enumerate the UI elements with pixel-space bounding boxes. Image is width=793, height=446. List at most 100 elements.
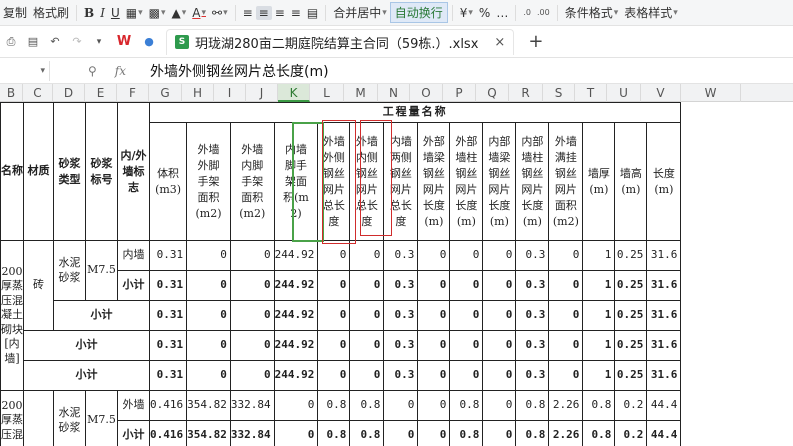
value-cell[interactable]: 0 bbox=[349, 330, 385, 361]
value-cell[interactable]: 2.26 bbox=[548, 390, 584, 421]
value-cell[interactable]: 0 bbox=[548, 360, 584, 391]
value-cell[interactable]: 0 bbox=[482, 240, 517, 271]
justify-icon[interactable]: ≡ bbox=[288, 6, 304, 20]
value-cell[interactable]: 0.3 bbox=[383, 300, 419, 331]
value-cell[interactable]: 1 bbox=[582, 360, 616, 391]
value-cell[interactable]: 2.26 bbox=[548, 420, 584, 446]
value-cell[interactable]: 0.25 bbox=[614, 240, 648, 271]
column-header-h[interactable]: H bbox=[182, 84, 214, 102]
value-cell[interactable]: 244.92 bbox=[273, 240, 319, 271]
currency-icon[interactable]: ¥ ▾ bbox=[457, 6, 476, 20]
border-icon[interactable]: ▦ ▾ bbox=[123, 6, 146, 20]
value-cell[interactable]: 0 bbox=[273, 390, 319, 421]
underline-button[interactable]: U bbox=[108, 6, 123, 20]
table-style-button[interactable]: 表格样式 ▾ bbox=[621, 4, 681, 21]
column-header-t[interactable]: T bbox=[575, 84, 607, 102]
value-cell[interactable]: 0.3 bbox=[515, 270, 550, 301]
column-header-w[interactable]: W bbox=[681, 84, 741, 102]
align-center-icon[interactable]: ≡ bbox=[255, 5, 272, 20]
value-cell[interactable]: 354.82 bbox=[186, 390, 231, 421]
new-tab-icon[interactable]: + bbox=[528, 31, 543, 52]
value-cell[interactable]: 0 bbox=[482, 360, 517, 391]
clear-format-icon[interactable]: ⚯ ▾ bbox=[209, 6, 231, 20]
value-cell[interactable]: 0 bbox=[417, 330, 451, 361]
value-cell[interactable]: 0.8 bbox=[515, 390, 550, 421]
decrease-decimal-icon[interactable]: .00 bbox=[534, 8, 553, 17]
column-header-i[interactable]: I bbox=[214, 84, 246, 102]
value-cell[interactable]: 0.8 bbox=[515, 420, 550, 446]
value-cell[interactable]: 31.6 bbox=[646, 270, 682, 301]
value-cell[interactable]: 332.84 bbox=[229, 390, 275, 421]
thousands-icon[interactable]: … bbox=[493, 6, 511, 20]
value-cell[interactable]: 332.84 bbox=[229, 420, 275, 446]
preview-icon[interactable]: ▤ bbox=[26, 35, 40, 49]
fx-icon[interactable]: fx bbox=[115, 64, 126, 78]
value-cell[interactable]: 0 bbox=[229, 330, 275, 361]
column-header-g[interactable]: G bbox=[149, 84, 182, 102]
value-cell[interactable]: 44.4 bbox=[646, 420, 682, 446]
value-cell[interactable]: 0 bbox=[548, 300, 584, 331]
value-cell[interactable]: 0 bbox=[186, 330, 231, 361]
value-cell[interactable]: 0.8 bbox=[582, 420, 616, 446]
column-header-j[interactable]: J bbox=[246, 84, 278, 102]
column-header-f[interactable]: F bbox=[117, 84, 149, 102]
column-header-u[interactable]: U bbox=[607, 84, 641, 102]
column-header-k[interactable]: K bbox=[278, 84, 310, 102]
value-cell[interactable]: 1 bbox=[582, 300, 616, 331]
value-cell[interactable]: 0 bbox=[186, 270, 231, 301]
name-box-dropdown[interactable]: ▾ bbox=[0, 60, 50, 81]
value-cell[interactable]: 0.2 bbox=[614, 420, 648, 446]
column-header-c[interactable]: C bbox=[23, 84, 53, 102]
value-cell[interactable]: 1 bbox=[582, 270, 616, 301]
value-cell[interactable]: 0 bbox=[349, 270, 385, 301]
value-cell[interactable]: 0 bbox=[317, 270, 351, 301]
column-header-p[interactable]: P bbox=[443, 84, 476, 102]
value-cell[interactable]: 0 bbox=[349, 240, 385, 271]
column-header-s[interactable]: S bbox=[543, 84, 575, 102]
value-cell[interactable]: 0.25 bbox=[614, 330, 648, 361]
value-cell[interactable]: 0 bbox=[482, 420, 517, 446]
value-cell[interactable]: 0.3 bbox=[383, 330, 419, 361]
value-cell[interactable]: 0 bbox=[349, 360, 385, 391]
undo-icon[interactable]: ↶ bbox=[48, 35, 62, 49]
increase-decimal-icon[interactable]: .0 bbox=[520, 8, 534, 17]
value-cell[interactable]: 31.6 bbox=[646, 300, 682, 331]
value-cell[interactable]: 0.31 bbox=[148, 360, 188, 391]
formula-input[interactable]: 外墙外侧钢丝网片总长度(m) bbox=[140, 61, 329, 81]
column-header-v[interactable]: V bbox=[641, 84, 681, 102]
italic-button[interactable]: I bbox=[97, 6, 108, 20]
value-cell[interactable]: 0 bbox=[273, 420, 319, 446]
font-color-icon[interactable]: A ▾ bbox=[189, 6, 209, 20]
column-header-n[interactable]: N bbox=[378, 84, 410, 102]
value-cell[interactable]: 0 bbox=[449, 330, 484, 361]
value-cell[interactable]: 0 bbox=[349, 300, 385, 331]
value-cell[interactable]: 0.3 bbox=[515, 360, 550, 391]
auto-wrap-button[interactable]: 自动换行 bbox=[389, 2, 448, 23]
value-cell[interactable]: 0 bbox=[482, 390, 517, 421]
value-cell[interactable]: 0.3 bbox=[383, 360, 419, 391]
value-cell[interactable]: 0 bbox=[383, 420, 419, 446]
value-cell[interactable]: 244.92 bbox=[273, 360, 319, 391]
format-painter-button[interactable]: 格式刷 bbox=[30, 4, 72, 21]
column-header-b[interactable]: B bbox=[0, 84, 23, 102]
value-cell[interactable]: 0 bbox=[186, 240, 231, 271]
copy-button[interactable]: 复制 bbox=[0, 4, 30, 21]
value-cell[interactable]: 0 bbox=[449, 270, 484, 301]
value-cell[interactable]: 0.2 bbox=[614, 390, 648, 421]
value-cell[interactable]: 354.82 bbox=[186, 420, 231, 446]
value-cell[interactable]: 244.92 bbox=[273, 300, 319, 331]
value-cell[interactable]: 0 bbox=[229, 360, 275, 391]
value-cell[interactable]: 0 bbox=[548, 330, 584, 361]
value-cell[interactable]: 31.6 bbox=[646, 360, 682, 391]
value-cell[interactable]: 0 bbox=[417, 300, 451, 331]
value-cell[interactable]: 31.6 bbox=[646, 330, 682, 361]
value-cell[interactable]: 0 bbox=[317, 240, 351, 271]
value-cell[interactable]: 1 bbox=[582, 330, 616, 361]
value-cell[interactable]: 0 bbox=[482, 270, 517, 301]
value-cell[interactable]: 0.8 bbox=[349, 420, 385, 446]
spreadsheet-grid[interactable]: BCDEFGHIJKLMNOPQRSTUVW 名称 材质 砂浆类型 砂浆标号 内… bbox=[0, 84, 793, 446]
value-cell[interactable]: 0 bbox=[482, 330, 517, 361]
wps-logo-icon[interactable]: W bbox=[114, 34, 134, 49]
print-icon[interactable]: ⎙ bbox=[4, 35, 18, 49]
value-cell[interactable]: 0 bbox=[482, 300, 517, 331]
